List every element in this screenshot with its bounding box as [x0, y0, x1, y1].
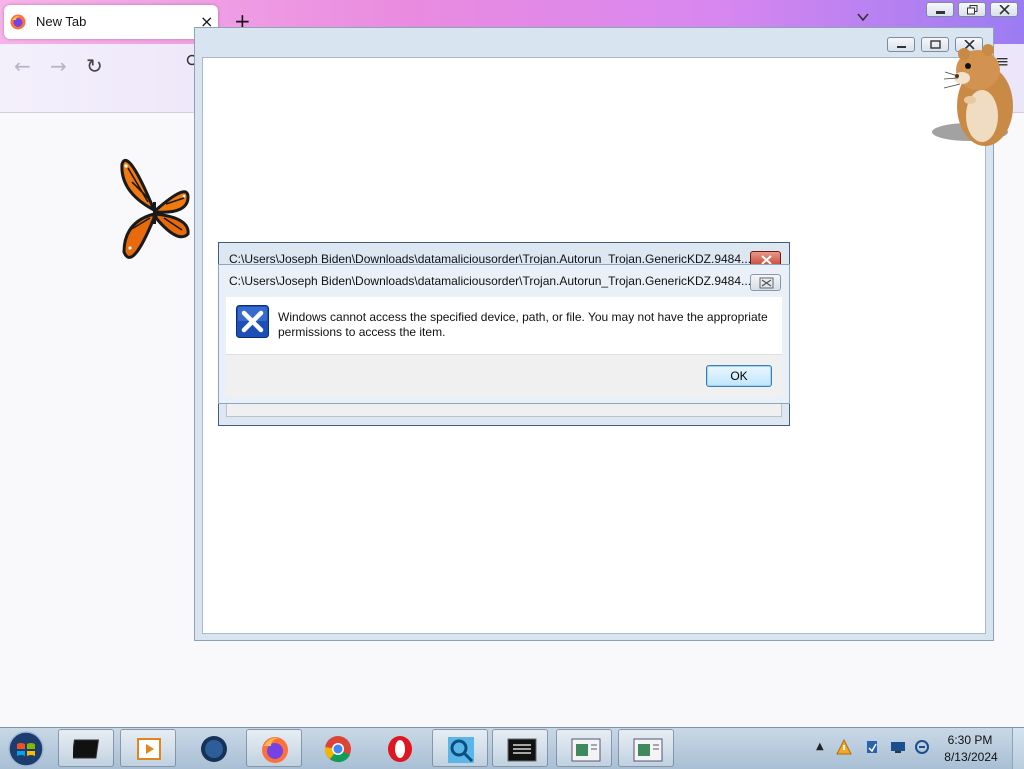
- error-dialog: C:\Users\Joseph Biden\Downloads\datamali…: [218, 264, 790, 404]
- taskbar-item-opera[interactable]: [372, 729, 428, 767]
- minimize-icon: [936, 11, 945, 14]
- forward-button[interactable]: →: [50, 54, 67, 78]
- minimize-button[interactable]: [926, 2, 954, 17]
- clock-date[interactable]: 8/13/2024: [936, 750, 1006, 764]
- close-icon: [759, 277, 774, 289]
- close-button[interactable]: [990, 2, 1018, 17]
- error-message: Windows cannot access the specified devi…: [278, 310, 768, 339]
- restore-button[interactable]: [958, 2, 986, 17]
- dialog-close-button[interactable]: [750, 274, 781, 291]
- ok-button[interactable]: OK: [706, 365, 772, 387]
- taskbar-item-window-2[interactable]: [618, 729, 674, 767]
- taskbar-item-terminal[interactable]: [58, 729, 114, 767]
- close-icon: [999, 5, 1010, 15]
- chrome-icon: [324, 736, 351, 763]
- taskbar-item-search-app[interactable]: [432, 729, 488, 767]
- taskbar-item-console[interactable]: [492, 729, 548, 767]
- back-button[interactable]: ←: [14, 54, 31, 78]
- media-player-icon: [137, 738, 161, 760]
- terminal-icon: [73, 739, 100, 759]
- dialog-title: C:\Users\Joseph Biden\Downloads\datamali…: [229, 274, 752, 288]
- volume-icon[interactable]: [914, 739, 930, 755]
- taskbar-item-chrome[interactable]: [310, 729, 366, 767]
- butterfly-image: [120, 158, 190, 259]
- globe-icon: [201, 736, 227, 762]
- console-icon: [507, 738, 537, 762]
- restore-icon: [967, 5, 978, 15]
- taskbar-item-window-1[interactable]: [556, 729, 612, 767]
- network-icon[interactable]: [890, 739, 906, 755]
- error-x-icon: [236, 305, 269, 338]
- dialog-footer: OK: [226, 354, 782, 397]
- taskbar-item-media[interactable]: [120, 729, 176, 767]
- firefox-icon: [10, 14, 26, 30]
- opera-icon: [388, 736, 412, 762]
- window-app-icon: [571, 738, 601, 762]
- warning-icon[interactable]: [836, 739, 852, 755]
- dialog-body: Windows cannot access the specified devi…: [226, 297, 782, 354]
- show-desktop-button[interactable]: [1012, 728, 1024, 769]
- show-hidden-icons-button[interactable]: ▲: [816, 741, 824, 752]
- chevron-down-icon[interactable]: [856, 10, 870, 24]
- reload-button[interactable]: ↻: [86, 54, 103, 78]
- clock-time[interactable]: 6:30 PM: [940, 733, 1000, 747]
- minimize-icon: [897, 46, 906, 48]
- tab-new-tab[interactable]: New Tab ×: [4, 5, 218, 39]
- firefox-icon: [262, 737, 288, 763]
- tab-title: New Tab: [36, 14, 87, 29]
- window-app-icon: [633, 738, 663, 762]
- taskbar: ▲ 6:30 PM 8/13/2024: [0, 727, 1024, 769]
- hamster-image: [932, 44, 1013, 146]
- taskbar-item-globe[interactable]: [186, 729, 242, 767]
- taskbar-item-firefox[interactable]: [246, 729, 302, 767]
- action-center-icon[interactable]: [864, 739, 880, 755]
- system-tray: ▲ 6:30 PM 8/13/2024: [812, 728, 1024, 769]
- window-minimize-button[interactable]: [887, 37, 915, 52]
- start-button[interactable]: [6, 730, 46, 768]
- search-app-icon: [448, 737, 474, 763]
